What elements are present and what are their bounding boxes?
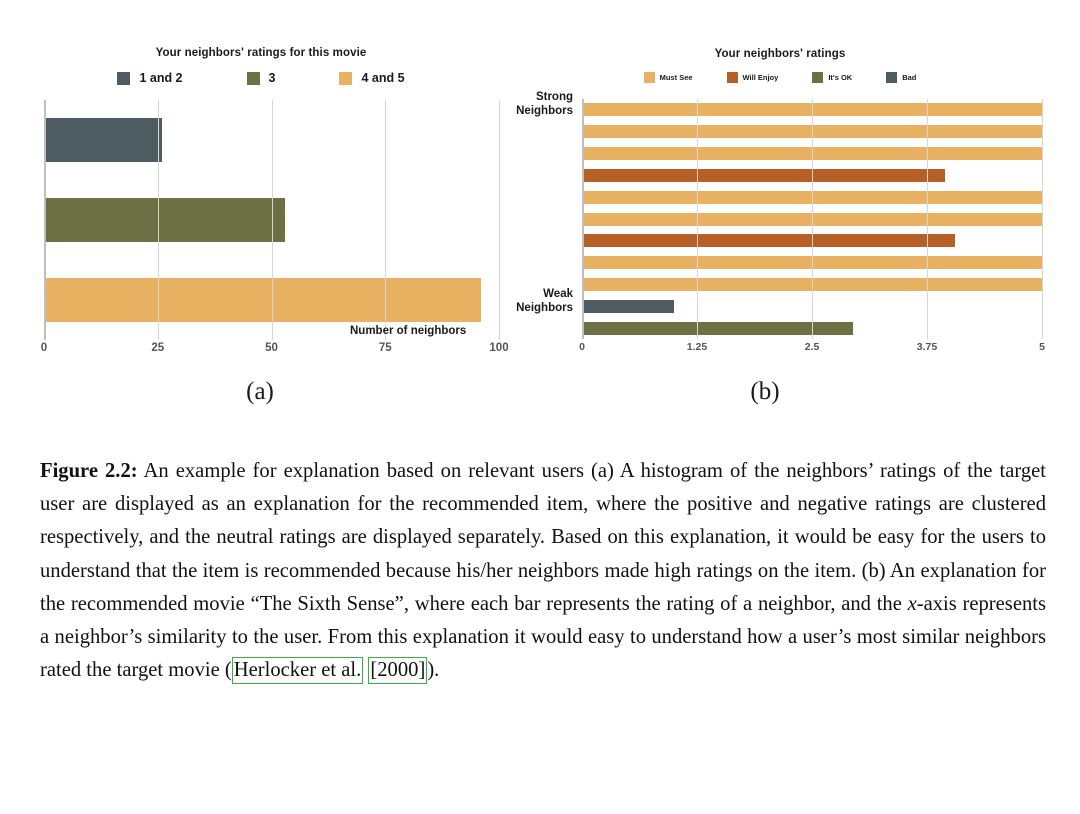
chart-a-x-axis: 0 25 50 75 100 xyxy=(40,340,509,360)
figure-area: Your neighbors' ratings for this movie 1… xyxy=(0,0,1080,430)
legend-label: It's OK xyxy=(828,73,853,82)
chart-a-bar[interactable] xyxy=(44,198,286,242)
legend-swatch-icon xyxy=(117,71,131,85)
legend-label: Bad xyxy=(902,73,917,82)
chart-b-legend-item[interactable]: Bad xyxy=(886,72,916,83)
subfigure-label-b: (b) xyxy=(750,378,780,405)
chart-a-legend-item[interactable]: 3 xyxy=(246,71,276,85)
chart-b-category-label: Weak Neighbors xyxy=(516,287,573,314)
chart-b-plot-area: Strong Neighbors Weak Neighbors xyxy=(516,91,1043,339)
chart-a-bar[interactable] xyxy=(44,278,481,322)
x-tick-label: 75 xyxy=(378,342,392,354)
legend-swatch-icon xyxy=(886,72,898,83)
legend-swatch-icon xyxy=(246,71,260,85)
legend-label: Must See xyxy=(659,73,693,82)
chart-panel-b: Your neighbors' ratings Must See Will Enj… xyxy=(500,0,1060,405)
chart-b-title: Your neighbors' ratings xyxy=(714,48,846,60)
x-tick-label: 25 xyxy=(151,342,165,354)
chart-a-legend-item[interactable]: 1 and 2 xyxy=(117,71,183,85)
citation-year-link[interactable]: [2000] xyxy=(368,657,428,685)
chart-b-legend: Must See Will Enjoy It's OK Bad xyxy=(500,72,1060,83)
x-tick-label: 5 xyxy=(1039,341,1045,353)
caption-figure-label: Figure 2.2: xyxy=(40,460,138,482)
legend-label: 1 and 2 xyxy=(139,71,183,85)
y-axis-line xyxy=(44,100,46,340)
x-tick-label: 0 xyxy=(40,342,48,354)
gridline xyxy=(812,99,813,339)
chart-a-plot-area xyxy=(44,100,500,340)
legend-swatch-icon xyxy=(812,72,824,83)
chart-a-title: Your neighbors' ratings for this movie xyxy=(155,47,367,59)
legend-swatch-icon xyxy=(339,71,353,85)
legend-label: 4 and 5 xyxy=(361,71,405,85)
chart-b-bar[interactable] xyxy=(582,234,955,248)
chart-a-legend: 1 and 2 3 4 and 5 xyxy=(22,71,500,85)
chart-a-legend-item[interactable]: 4 and 5 xyxy=(339,71,405,85)
x-tick-label: 0 xyxy=(579,341,585,353)
gridline xyxy=(927,99,928,339)
chart-b-legend-item[interactable]: Must See xyxy=(643,72,693,83)
chart-panel-a: Your neighbors' ratings for this movie 1… xyxy=(22,0,509,405)
x-tick-label: 1.25 xyxy=(686,341,708,353)
gridline xyxy=(697,99,698,339)
caption-body-first: An example for explanation based on rele… xyxy=(40,460,1046,615)
chart-a-bar[interactable] xyxy=(44,118,163,162)
figure-caption: Figure 2.2: An example for explanation b… xyxy=(40,455,1046,687)
chart-b-bar[interactable] xyxy=(582,168,946,182)
subfigure-label-a: (a) xyxy=(246,378,274,405)
citation-author-link[interactable]: Herlocker et al. xyxy=(231,657,364,685)
chart-b-x-axis: 0 1.25 2.5 3.75 5 xyxy=(579,339,1045,359)
chart-b-category-label: Strong Neighbors xyxy=(516,91,573,118)
chart-a-x-axis-title: Number of neighbors xyxy=(350,325,467,337)
gridline xyxy=(157,100,159,340)
x-tick-label: 2.5 xyxy=(804,341,820,353)
chart-b-legend-item[interactable]: Will Enjoy xyxy=(726,72,779,83)
legend-swatch-icon xyxy=(643,72,655,83)
x-tick-label: 3.75 xyxy=(916,341,938,353)
x-tick-label: 50 xyxy=(265,342,278,354)
chart-b-bar[interactable] xyxy=(582,299,674,313)
chart-b-legend-item[interactable]: It's OK xyxy=(812,72,852,83)
gridline xyxy=(1042,99,1043,339)
caption-body-end: ). xyxy=(427,659,440,682)
y-axis-line xyxy=(582,99,584,339)
caption-math-x: x xyxy=(907,592,917,615)
legend-swatch-icon xyxy=(726,72,738,83)
gridline xyxy=(271,100,273,340)
legend-label: Will Enjoy xyxy=(742,73,779,82)
gridline xyxy=(385,100,387,340)
legend-label: 3 xyxy=(268,71,276,85)
